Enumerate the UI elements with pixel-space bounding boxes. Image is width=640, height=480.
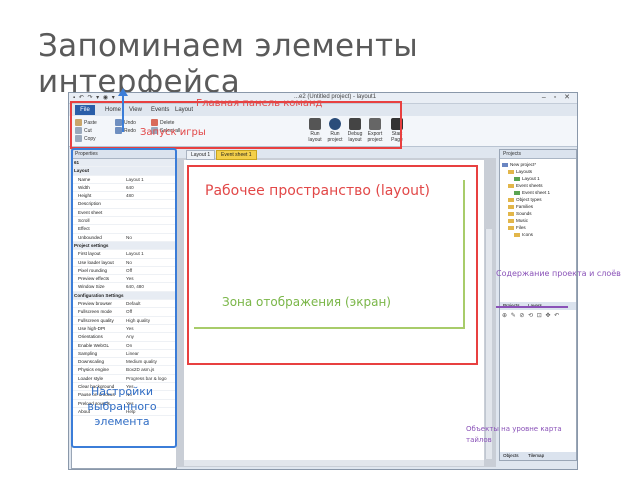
tree-item[interactable]: Event sheet 1: [514, 190, 550, 196]
tree-item[interactable]: Layouts: [508, 169, 532, 175]
tree-item-label: Music: [516, 218, 528, 223]
tree-item[interactable]: Event sheets: [508, 183, 543, 189]
tilemap-objects-label: Объекты на уровне карта тайлов: [466, 425, 562, 444]
folder-icon: [508, 218, 514, 223]
tree-item[interactable]: Families: [508, 204, 533, 210]
tree-item-label: Files: [516, 225, 526, 230]
file-icon: [514, 176, 520, 181]
tree-item-label: New project*: [510, 162, 537, 167]
tree-item-label: Sounds: [516, 211, 532, 216]
project-content-underline: [496, 306, 568, 308]
tree-item[interactable]: Object types: [508, 197, 542, 203]
tab-tilemap[interactable]: Tilemap: [528, 452, 544, 460]
tab-event-sheet-1[interactable]: Event sheet 1: [216, 150, 257, 160]
tree-item[interactable]: Music: [508, 218, 528, 224]
project-header: Projects: [500, 150, 576, 159]
tree-item-label: Event sheets: [516, 183, 543, 188]
tab-layout-1[interactable]: Layout 1: [186, 150, 216, 160]
main-panel-label: Главная панель команд: [196, 98, 323, 109]
quick-access-toolbar[interactable]: ▪ ↶ ↷ ▾ ◉ ▾: [73, 94, 116, 101]
project-content-label: Содержание проекта и слоёв: [496, 269, 621, 278]
tree-item-label: Layout 1: [522, 176, 540, 181]
tree-item-label: Icons: [522, 232, 533, 237]
run-game-arrow: [118, 88, 128, 132]
folder-icon: [514, 232, 520, 237]
folder-icon: [508, 183, 514, 188]
tree-item[interactable]: Icons: [514, 232, 533, 238]
tree-item-label: Object types: [516, 197, 542, 202]
folder-icon: [508, 169, 514, 174]
tree-item[interactable]: Sounds: [508, 211, 532, 217]
objects-subtabs: Objects Tilemap: [500, 452, 576, 460]
layer-tools[interactable]: ⊕ ✎ ⊘ ⟲ ⊡ ✥ ↶: [502, 312, 560, 319]
folder-icon: [508, 197, 514, 202]
tree-item[interactable]: Layout 1: [514, 176, 540, 182]
tab-objects[interactable]: Objects: [503, 452, 519, 460]
tree-item-label: Families: [516, 204, 534, 209]
tree-item-label: Event sheet 1: [522, 190, 551, 195]
horizontal-scrollbar[interactable]: [184, 460, 484, 466]
folder-icon: [508, 211, 514, 216]
tree-item[interactable]: New project*: [502, 162, 536, 168]
project-panel: Projects New project* Layouts Layout 1 Even…: [499, 149, 577, 461]
run-game-label: Запуск игры: [140, 127, 206, 138]
document-tabs: Layout 1 Event sheet 1: [176, 149, 496, 160]
tree-item[interactable]: Files: [508, 225, 526, 231]
folder-icon: [508, 225, 514, 230]
selected-settings-label: Настройки выбранного элемента: [87, 385, 157, 428]
folder-icon: [502, 162, 508, 167]
file-icon: [514, 190, 520, 195]
display-zone-outline: [194, 180, 465, 329]
tree-item-label: Layouts: [516, 169, 533, 174]
window-controls[interactable]: – ▫ ✕: [542, 93, 573, 101]
folder-icon: [508, 204, 514, 209]
